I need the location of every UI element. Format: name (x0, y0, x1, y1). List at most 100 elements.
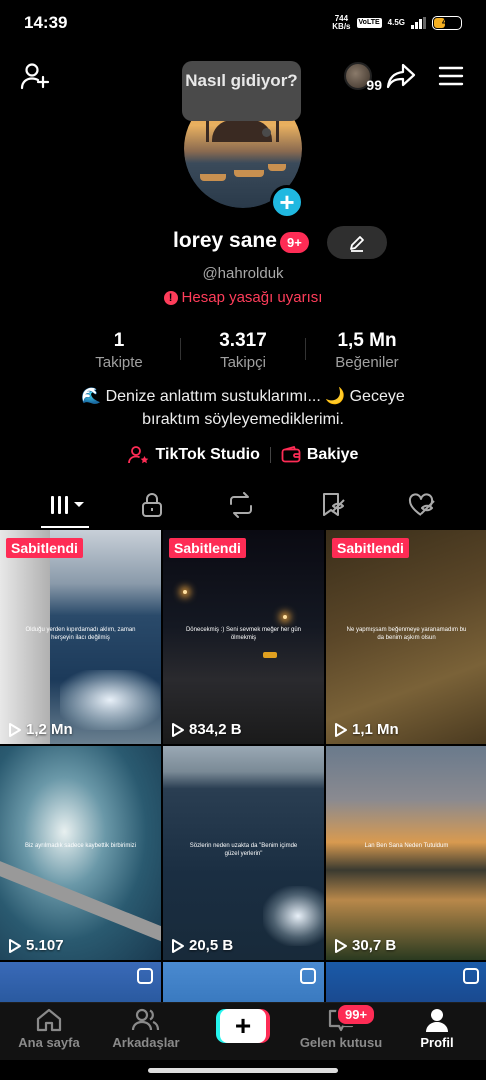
nav-friends-label: Arkadaşlar (112, 1035, 180, 1050)
volte-icon: VoLTE (356, 18, 382, 28)
net-speed: 744 KB/s (332, 15, 350, 31)
plus-icon: + (220, 1009, 266, 1043)
bio-line: 🌊 Denize anlattım sustuklarımı... 🌙 Gece… (81, 388, 405, 405)
battery-level: 43 (441, 17, 452, 27)
menu-icon[interactable] (434, 59, 468, 93)
home-indicator[interactable] (148, 1068, 338, 1073)
video-thumbnail[interactable]: Sözlerin neden uzakta da "Benim içimde g… (163, 746, 324, 960)
video-thumbnail[interactable] (163, 962, 324, 1002)
profile-bio: 🌊 Denize anlattım sustuklarımı... 🌙 Gece… (40, 385, 446, 431)
nav-home[interactable]: Ana sayfa (4, 1007, 94, 1050)
status-icons: 744 KB/s VoLTE 4.5G 43 (332, 15, 462, 31)
story-avatar-button[interactable]: 99 (336, 59, 382, 93)
pinned-badge: Sabitlendi (332, 538, 409, 558)
video-thumbnail[interactable]: Sabitlendi Dönecekmiş :) Seni sevmek meğ… (163, 530, 324, 744)
stat-value: 3.317 (219, 330, 267, 351)
stat-followers[interactable]: 3.317 Takipçi (188, 330, 298, 371)
content-tabs (0, 486, 486, 528)
nav-profile[interactable]: Profil (392, 1007, 482, 1050)
tiktok-studio-label: TikTok Studio (155, 446, 260, 463)
play-icon (335, 938, 347, 953)
divider (305, 338, 306, 360)
video-thumbnail[interactable]: Sabitlendi Olduğu yerden kıpırdamadı akl… (0, 530, 161, 744)
net-speed-unit: KB/s (332, 22, 351, 31)
view-count: 1,2 Mn (8, 721, 73, 738)
view-count: 5.107 (8, 937, 64, 954)
profile-stats: 1 Takipte 3.317 Takipçi 1,5 Mn Beğeniler (0, 330, 486, 374)
video-thumbnail[interactable]: Sabitlendi Ne yapmışsam beğenmeye yarana… (326, 530, 486, 744)
battery-icon: 43 (432, 16, 462, 30)
video-caption: Ne yapmışsam beğenmeye yaranamadım bu da… (346, 627, 467, 641)
view-count: 834,2 B (171, 721, 242, 738)
play-icon (172, 938, 184, 953)
account-warning-link[interactable]: ! Hesap yasağı uyarısı (0, 289, 486, 306)
profile-icon (426, 1009, 448, 1032)
view-count-value: 834,2 B (189, 721, 242, 738)
name-row: lorey sane 9+ (0, 226, 486, 260)
nav-inbox-label: Gelen kutusu (299, 1035, 383, 1050)
wallet-icon (281, 446, 301, 463)
nav-home-label: Ana sayfa (18, 1035, 80, 1050)
play-icon (172, 722, 184, 737)
stat-label: Beğeniler (335, 354, 399, 371)
tiktok-studio-link[interactable]: TikTok Studio (127, 445, 260, 465)
divider (269, 447, 271, 463)
profile-handle: @hahrolduk (202, 265, 284, 282)
friends-icon (131, 1008, 160, 1031)
video-caption: Sözlerin neden uzakta da "Benim içimde g… (189, 843, 298, 857)
notification-badge: 9+ (280, 232, 309, 253)
video-thumbnail[interactable]: Lan Ben Sana Neden Tutuldum 30,7 B (326, 746, 486, 960)
account-warning-text: Hesap yasağı uyarısı (181, 289, 323, 306)
tab-videos[interactable] (38, 488, 98, 522)
stat-label: Takipte (95, 354, 143, 371)
heart-hidden-icon (408, 493, 435, 516)
stat-value: 1 (113, 330, 125, 351)
tab-favorites[interactable] (302, 488, 362, 522)
video-caption: Dönecekmiş :) Seni sevmek meğer her gün … (185, 627, 302, 641)
photo-carousel-icon (300, 968, 316, 984)
video-caption: Olduğu yerden kıpırdamadı aklım, zaman h… (25, 627, 136, 641)
bio-line: bıraktım söyleyemediklerimi. (142, 411, 344, 428)
inbox-badge: 99+ (336, 1003, 377, 1026)
edit-profile-button[interactable] (327, 226, 387, 259)
balance-label: Bakiye (306, 446, 359, 463)
network-type: 4.5G (387, 18, 405, 27)
repost-icon (230, 492, 252, 518)
bottom-nav: Ana sayfa Arkadaşlar + Gelen kutusu 99+ … (0, 1002, 486, 1060)
stat-likes[interactable]: 1,5 Mn Beğeniler (312, 330, 422, 371)
view-count: 1,1 Mn (334, 721, 399, 738)
status-bubble[interactable]: Nasıl gidiyor? (182, 61, 301, 121)
view-count-value: 1,1 Mn (352, 721, 399, 738)
signal-icon (411, 17, 426, 29)
divider (180, 338, 181, 360)
video-thumbnail[interactable]: Biz ayrılmadık sadece kaybettik birbirim… (0, 746, 161, 960)
pinned-badge: Sabitlendi (6, 538, 83, 558)
view-count-value: 20,5 B (189, 937, 234, 954)
nav-friends[interactable]: Arkadaşlar (101, 1007, 191, 1050)
photo-carousel-icon (463, 968, 479, 984)
stat-following[interactable]: 1 Takipte (64, 330, 174, 371)
stat-label: Takipçi (220, 354, 266, 371)
grid-icon (51, 496, 84, 514)
status-time: 14:39 (24, 13, 68, 32)
status-bar: 14:39 744 KB/s VoLTE 4.5G 43 (0, 0, 486, 46)
exclamation-icon: ! (163, 290, 178, 305)
video-caption: Biz ayrılmadık sadece kaybettik birbirim… (24, 843, 137, 849)
tab-liked[interactable] (392, 488, 452, 522)
view-count: 20,5 B (171, 937, 233, 954)
tab-reposts[interactable] (211, 488, 271, 522)
video-thumbnail[interactable] (0, 962, 161, 1002)
profile-links: TikTok Studio Bakiye (0, 445, 486, 465)
tab-indicator (41, 526, 89, 528)
view-count-value: 5.107 (26, 937, 64, 954)
create-button[interactable]: + (216, 1009, 270, 1043)
balance-link[interactable]: Bakiye (281, 446, 359, 464)
video-thumbnail[interactable] (326, 962, 486, 1002)
profile-name: lorey sane (173, 229, 277, 252)
add-friend-icon[interactable] (18, 59, 52, 93)
tab-private[interactable] (122, 488, 182, 522)
user-star-icon (127, 446, 148, 464)
add-story-plus-icon[interactable]: + (270, 185, 304, 219)
nav-profile-label: Profil (420, 1035, 454, 1050)
share-icon[interactable] (384, 59, 418, 93)
